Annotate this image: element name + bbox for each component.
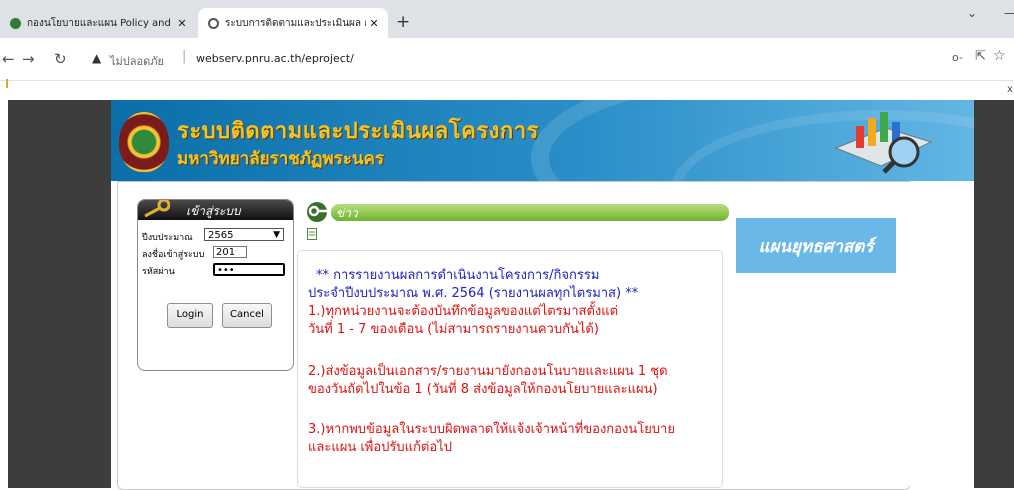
username-label: ลงชื่อเข้าสู่ระบบ — [142, 250, 205, 260]
year-select[interactable]: 2565 ▼ — [204, 228, 284, 241]
tab-close-icon[interactable]: ✕ — [174, 17, 190, 30]
page-edge-mark — [6, 79, 8, 88]
banner-subtitle: มหาวิทยาลัยราชภัฏพระนคร — [177, 149, 385, 169]
tab-title: ระบบการติดตามและประเมินผล กองนโ — [225, 17, 366, 29]
strategy-plan-link[interactable]: แผนยุทธศาสตร์ — [736, 218, 896, 273]
back-arrow-icon[interactable]: ← — [2, 50, 15, 68]
login-panel: เข้าสู่ระบบ ปีงบประมาณ 2565 ▼ ลงชื่อเข้า… — [137, 199, 294, 371]
new-tab-button[interactable]: + — [396, 12, 410, 32]
bookmark-star-icon[interactable]: ☆ — [993, 48, 1006, 64]
tab-close-icon[interactable]: ✕ — [366, 17, 382, 30]
window-minimize-button[interactable]: — — [1004, 6, 1014, 20]
username-input[interactable]: 201 — [213, 246, 247, 258]
news-key-icon — [307, 202, 327, 222]
news-header-bar — [331, 204, 729, 221]
forward-arrow-icon[interactable]: → — [22, 50, 35, 68]
news-item-2-line2: ของวันถัดไปในข้อ 1 (วันที่ 8 ส่งข้อมูลให… — [308, 382, 658, 397]
login-header: เข้าสู่ระบบ — [138, 200, 293, 220]
news-item-3-line2: และแผน เพื่อปรับแก้ต่อไป — [308, 440, 452, 455]
chevron-down-icon: ▼ — [273, 230, 280, 240]
chart-magnifier-icon — [834, 112, 933, 174]
share-icon[interactable]: ⇱ — [975, 49, 986, 64]
site-favicon-icon — [10, 17, 21, 29]
divider: | — [182, 49, 187, 64]
login-button[interactable]: Login — [167, 303, 213, 328]
document-icon[interactable] — [307, 228, 317, 240]
security-label[interactable]: ไม่ปลอดภัย — [110, 52, 164, 70]
address-bar[interactable]: ▲ ไม่ปลอดภัย | webserv.pnru.ac.th/eproje… — [80, 46, 1006, 72]
right-strip — [910, 181, 974, 488]
university-logo — [119, 112, 169, 172]
globe-icon — [208, 17, 219, 29]
password-key-icon[interactable]: o- — [952, 51, 963, 64]
tab-strip: กองนโยบายและแผน Policy and Plan ✕ ระบบกา… — [0, 0, 1014, 38]
news-item-1-line2: วันที่ 1 - 7 ของเดือน (ไม่สามารถรายงานคว… — [308, 322, 599, 337]
year-label: ปีงบประมาณ — [142, 233, 193, 243]
strategy-label: แผนยุทธศาสตร์ — [758, 237, 874, 257]
toolbar: ← → ↻ ▲ ไม่ปลอดภัย | webserv.pnru.ac.th/… — [0, 38, 1014, 81]
news-title: ข่าว — [336, 206, 358, 220]
url-text[interactable]: webserv.pnru.ac.th/eproject/ — [196, 52, 354, 65]
warning-icon[interactable]: ▲ — [92, 51, 101, 65]
tab-title: กองนโยบายและแผน Policy and Plan — [27, 17, 174, 29]
cancel-button[interactable]: Cancel — [222, 303, 272, 328]
banner-title: ระบบติดตามและประเมินผลโครงการ — [177, 118, 539, 144]
right-margin — [974, 100, 1014, 488]
stray-mark: x — [1007, 84, 1013, 95]
news-header: ข่าว — [303, 200, 729, 224]
key-icon — [144, 200, 170, 218]
tab-eproject[interactable]: ระบบการติดตามและประเมินผล กองนโ ✕ — [198, 8, 388, 38]
tab-search-chevron-icon[interactable]: ⌄ — [967, 6, 977, 20]
year-value: 2565 — [208, 230, 234, 241]
password-input[interactable]: ••• — [213, 263, 285, 276]
login-title: เข้าสู่ระบบ — [186, 204, 241, 218]
reload-icon[interactable]: ↻ — [54, 50, 67, 68]
password-label: รหัสผ่าน — [142, 267, 175, 277]
tab-policy-and-plan[interactable]: กองนโยบายและแผน Policy and Plan ✕ — [0, 8, 196, 38]
site-banner: ระบบติดตามและประเมินผลโครงการ มหาวิทยาลั… — [111, 100, 974, 181]
left-margin — [8, 100, 111, 488]
